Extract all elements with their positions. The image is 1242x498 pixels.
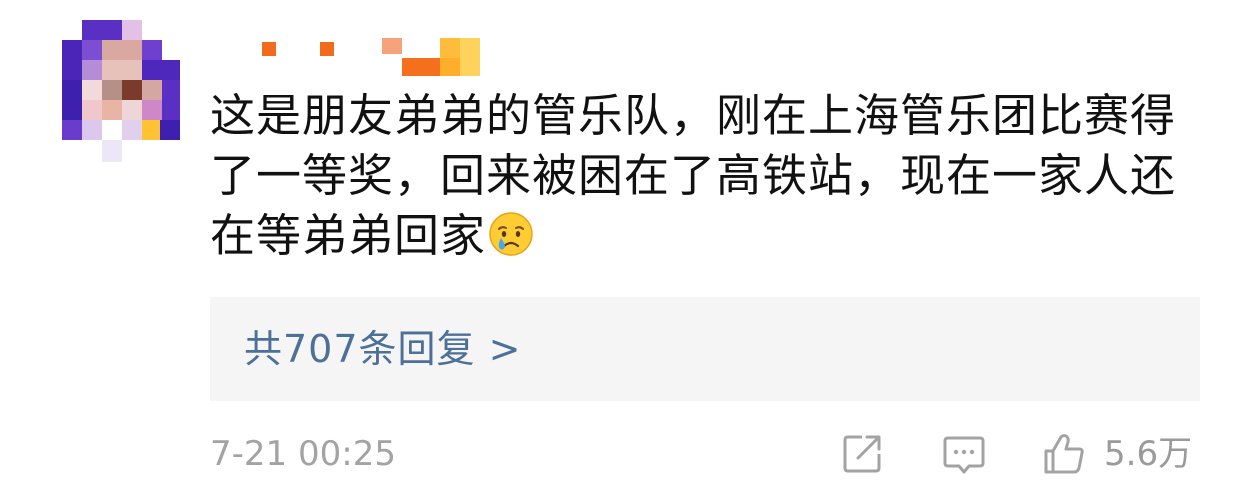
like-count: 5.6万: [1104, 434, 1193, 474]
comment-text: 这是朋友弟弟的管乐队，刚在上海管乐团比赛得了一等奖，回来被困在了高铁站，现在一家…: [210, 89, 1177, 262]
view-replies-link[interactable]: 共707条回复 >: [244, 323, 521, 375]
user-avatar[interactable]: [62, 20, 180, 162]
crying-face-emoji: [489, 212, 533, 256]
comment-timestamp: 7-21 00:25: [210, 434, 396, 474]
comment-icon[interactable]: [942, 432, 986, 476]
share-icon[interactable]: [840, 432, 884, 476]
replies-panel[interactable]: 共707条回复 >: [210, 297, 1200, 401]
thumbs-up-icon[interactable]: [1042, 432, 1086, 476]
username[interactable]: [262, 36, 482, 78]
comment-body: 这是朋友弟弟的管乐队，刚在上海管乐团比赛得了一等奖，回来被困在了高铁站，现在一家…: [210, 86, 1200, 266]
